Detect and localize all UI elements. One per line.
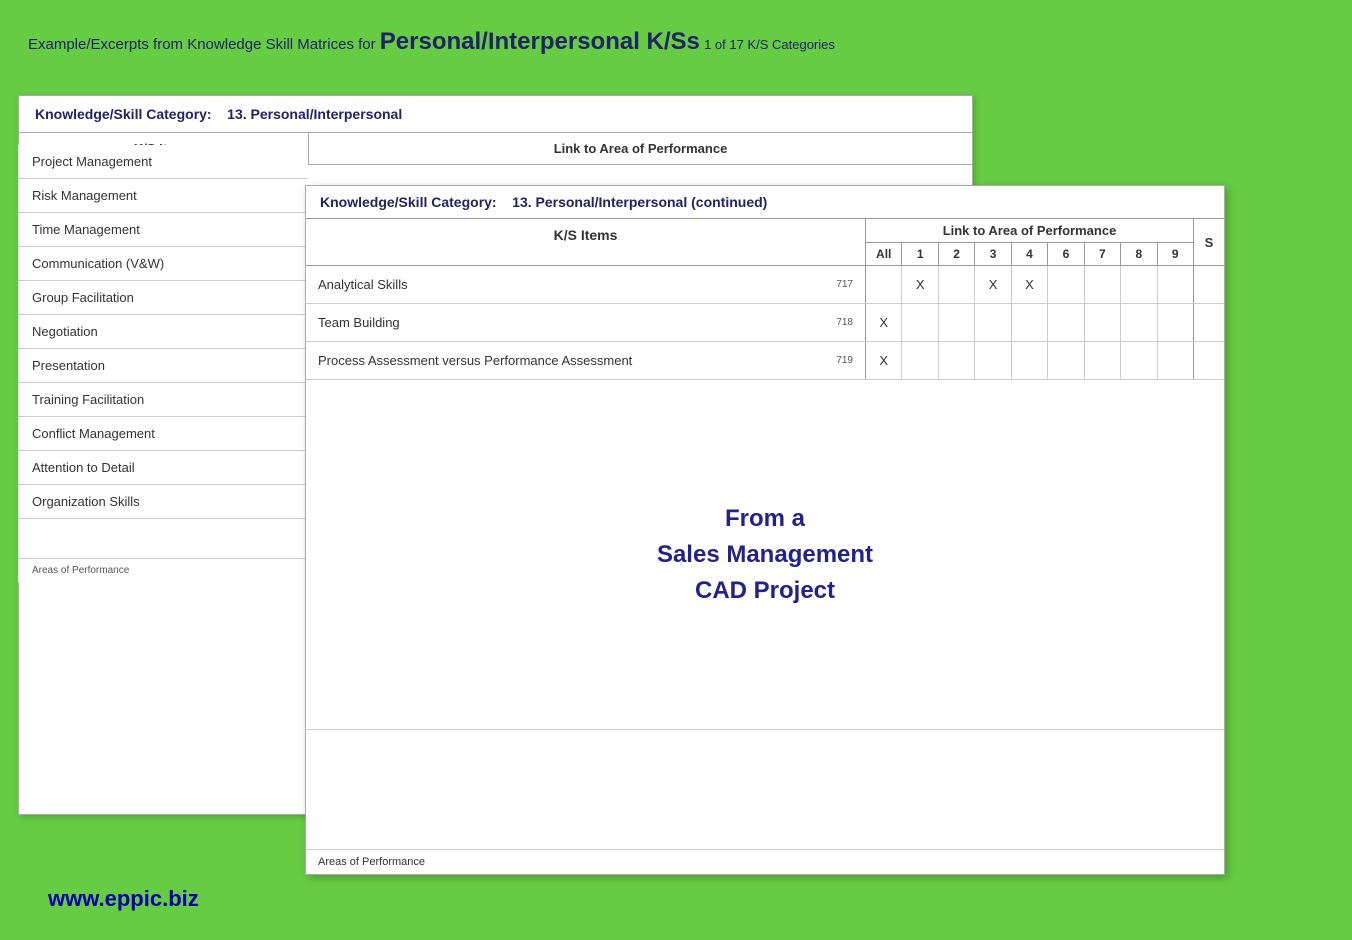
cell-1 [902,342,938,379]
front-category-value: 13. Personal/Interpersonal (continued) [512,194,767,210]
col-headers: K/S Items Link to Area of Performance Al… [306,219,1224,266]
cell-4: X [1012,266,1048,303]
col-num-2: 2 [939,243,975,265]
col-num-7: 7 [1085,243,1121,265]
col-num-6: 6 [1048,243,1084,265]
list-item: Presentation [18,349,308,383]
list-item: Conflict Management [18,417,308,451]
col-num-all: All [866,243,902,265]
card-back-category: Knowledge/Skill Category: 13. Personal/I… [19,96,972,133]
cell-ks-item: Process Assessment versus Performance As… [306,342,866,379]
col-link-numbers: All 1 2 3 4 6 7 8 9 [866,243,1193,265]
cell-7 [1085,266,1121,303]
col-link-title: Link to Area of Performance [866,219,1193,243]
list-item: Attention to Detail [18,451,308,485]
cell-2 [939,304,975,341]
cell-1 [902,304,938,341]
cell-3: X [975,266,1011,303]
cell-7 [1085,304,1121,341]
cell-6 [1048,266,1084,303]
cell-4 [1012,342,1048,379]
table-row: Analytical Skills 717 X X X [306,266,1224,304]
cell-ks-item: Team Building 718 [306,304,866,341]
list-item: Project Management [18,145,308,179]
cell-s [1194,342,1224,379]
col-s-header: S [1194,219,1224,265]
card-front: Knowledge/Skill Category: 13. Personal/I… [305,185,1225,875]
cell-9 [1158,304,1193,341]
cell-2 [939,342,975,379]
cell-all [866,266,902,303]
list-item: Negotiation [18,315,308,349]
header-bold: Personal/Interpersonal K/Ss [380,28,700,55]
website-label: www.eppic.biz [48,886,199,912]
cell-8 [1121,304,1157,341]
cell-6 [1048,304,1084,341]
back-category-value: 13. Personal/Interpersonal [227,106,402,122]
col-num-8: 8 [1121,243,1157,265]
cell-6 [1048,342,1084,379]
cell-link: X [866,342,1194,379]
content-area: From aSales ManagementCAD Project [306,380,1224,730]
cell-8 [1121,266,1157,303]
cell-9 [1158,266,1193,303]
front-category-label: Knowledge/Skill Category: [320,194,497,210]
cell-7 [1085,342,1121,379]
col-link-area: Link to Area of Performance All 1 2 3 4 … [866,219,1194,265]
cell-9 [1158,342,1193,379]
back-link-header: Link to Area of Performance [309,133,972,164]
cell-link: X [866,304,1194,341]
cell-2 [939,266,975,303]
header-prefix: Example/Excerpts from Knowledge Skill Ma… [28,36,376,53]
cell-1: X [902,266,938,303]
cell-ks-item: Analytical Skills 717 [306,266,866,303]
col-num-1: 1 [902,243,938,265]
cell-4 [1012,304,1048,341]
item-name: Team Building [318,315,400,330]
header-suffix: 1 of 17 K/S Categories [704,37,835,52]
cell-s [1194,266,1224,303]
back-category-label: Knowledge/Skill Category: [35,106,212,122]
content-text: From aSales ManagementCAD Project [657,501,873,609]
col-num-3: 3 [975,243,1011,265]
item-num: 719 [836,355,853,366]
item-name: Process Assessment versus Performance As… [318,353,632,368]
cell-all: X [866,342,902,379]
cell-link: X X X [866,266,1194,303]
cell-3 [975,304,1011,341]
table-row: Process Assessment versus Performance As… [306,342,1224,380]
col-num-4: 4 [1012,243,1048,265]
col-ks-header: K/S Items [306,219,866,265]
cell-s [1194,304,1224,341]
ks-list-footer: Areas of Performance [18,559,308,582]
ks-list: Project Management Risk Management Time … [18,145,308,582]
col-num-9: 9 [1158,243,1193,265]
list-item: Risk Management [18,179,308,213]
table-row: Team Building 718 X [306,304,1224,342]
list-item: Organization Skills [18,485,308,519]
item-num: 718 [836,317,853,328]
list-item: Training Facilitation [18,383,308,417]
cell-3 [975,342,1011,379]
list-item: Time Management [18,213,308,247]
front-areas-footer: Areas of Performance [306,849,1224,874]
list-item: Group Facilitation [18,281,308,315]
list-item [18,519,308,559]
page-header: Example/Excerpts from Knowledge Skill Ma… [28,28,835,56]
cell-all: X [866,304,902,341]
cell-8 [1121,342,1157,379]
item-num: 717 [836,279,853,290]
front-category-row: Knowledge/Skill Category: 13. Personal/I… [306,186,1224,219]
item-name: Analytical Skills [318,277,408,292]
list-item: Communication (V&W) [18,247,308,281]
